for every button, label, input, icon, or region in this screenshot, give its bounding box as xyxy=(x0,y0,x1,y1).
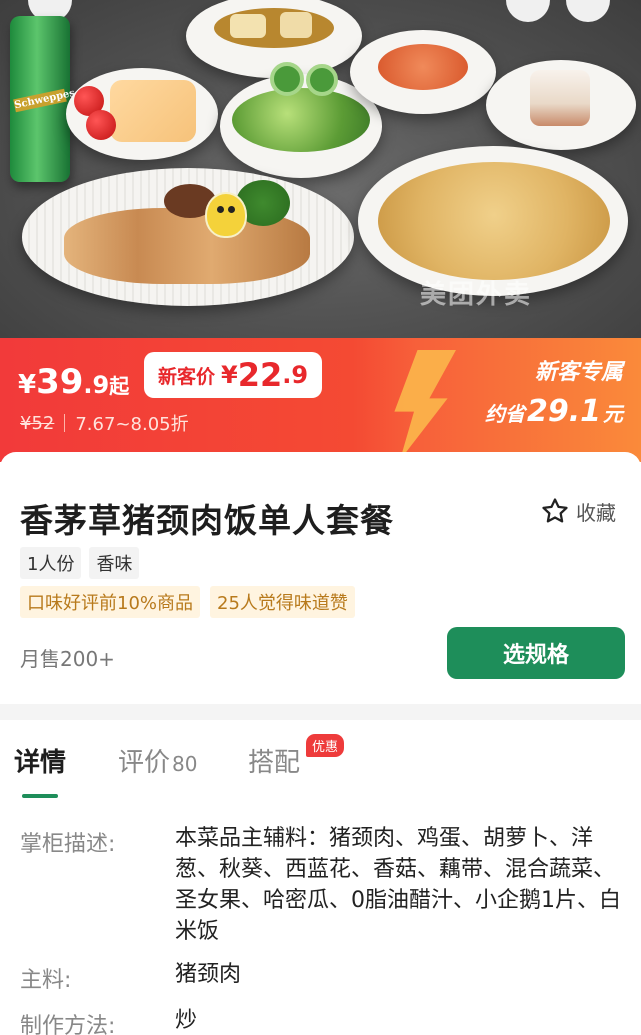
kimchi-bowl xyxy=(350,30,496,114)
description-value: 本菜品主辅料：猪颈肉、鸡蛋、胡萝卜、洋葱、秋葵、西蓝花、香菇、藕带、混合蔬菜、圣… xyxy=(175,826,621,944)
combo-discount-badge: 优惠 xyxy=(306,734,345,757)
product-tags: 1人份 香味 xyxy=(20,547,147,579)
main-ingredient-label: 主料: xyxy=(20,968,72,993)
discount-range: 7.67~8.05折 xyxy=(75,414,189,435)
favorite-label: 收藏 xyxy=(576,500,616,525)
lightning-icon xyxy=(394,350,456,460)
tab-review[interactable]: 评价 80 xyxy=(118,742,197,779)
product-photo[interactable]: Schweppes 美团外卖 xyxy=(0,0,641,340)
tab-bar xyxy=(0,720,641,804)
tab-review-label: 评价 xyxy=(118,748,171,778)
start-price: ¥39.9起 xyxy=(18,362,130,402)
roll-bowl xyxy=(486,60,636,150)
main-ingredient-value: 猪颈肉 xyxy=(175,962,242,987)
description-label: 掌柜描述: xyxy=(20,832,116,857)
product-title: 香茅草猪颈肉饭单人套餐 xyxy=(20,501,394,540)
active-tab-indicator xyxy=(22,794,58,798)
product-highlights: 口味好评前10%商品 25人觉得味道赞 xyxy=(20,586,365,618)
tag-flavor: 香味 xyxy=(89,547,140,579)
star-icon xyxy=(542,498,568,523)
favorite-button[interactable]: 收藏 xyxy=(540,496,616,526)
pork-plate xyxy=(22,168,354,306)
share-button[interactable] xyxy=(506,0,550,22)
promo-title: 新客专属 xyxy=(534,360,623,385)
tab-combo[interactable]: 搭配 xyxy=(248,742,300,779)
drink-can: Schweppes xyxy=(10,16,76,182)
tab-detail[interactable]: 详情 xyxy=(14,742,66,779)
highlight-likes: 25人觉得味道赞 xyxy=(210,586,355,618)
promo-savings: 约省29.1 元 xyxy=(484,394,623,429)
tag-portion: 1人份 xyxy=(20,547,82,579)
can-brand-label: Schweppes xyxy=(13,87,76,113)
monthly-sales: 月售200+ xyxy=(20,647,115,671)
new-customer-price-badge: 新客价 ¥22.9 xyxy=(144,352,323,398)
original-price: ¥52 xyxy=(20,412,55,434)
penguin-topping xyxy=(205,192,247,238)
review-count: 80 xyxy=(172,752,198,776)
section-divider xyxy=(0,704,641,720)
cooking-method-label: 制作方法: xyxy=(20,1014,116,1035)
highlight-rank: 口味好评前10%商品 xyxy=(20,586,201,618)
tomato xyxy=(86,110,116,140)
new-customer-label: 新客价 xyxy=(158,365,216,388)
more-button[interactable] xyxy=(566,0,610,22)
cooking-method-value: 炒 xyxy=(175,1008,198,1033)
watermark-brand: 美团外卖 xyxy=(420,280,533,310)
original-price-row: ¥52 7.67~8.05折 xyxy=(20,410,189,436)
select-spec-button[interactable]: 选规格 xyxy=(447,627,625,679)
